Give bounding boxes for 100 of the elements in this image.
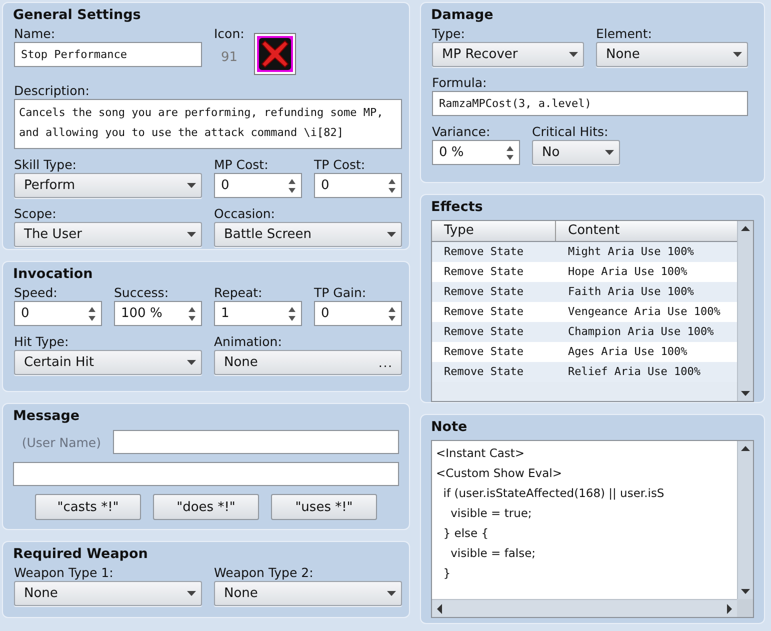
dropdown[interactable]: None bbox=[596, 42, 748, 67]
code-line: <Custom Show Eval> bbox=[436, 465, 562, 482]
table-cell-text: Remove State bbox=[443, 324, 524, 340]
dropdown[interactable]: Battle Screen bbox=[214, 222, 402, 247]
field-label: Scope: bbox=[14, 205, 58, 222]
caret-icon bbox=[187, 232, 196, 237]
horizontal-scrollbar[interactable] bbox=[432, 599, 737, 617]
table-cell-text: Remove State bbox=[443, 364, 524, 380]
field-label: Skill Type: bbox=[14, 156, 78, 173]
field-label: Repeat: bbox=[214, 284, 264, 301]
section-title: Effects bbox=[431, 198, 484, 217]
field-label: TP Cost: bbox=[314, 156, 366, 173]
number-field[interactable]: 0 % bbox=[432, 140, 520, 165]
dropdown[interactable]: Certain Hit bbox=[14, 350, 202, 375]
dropdown[interactable]: The User bbox=[14, 222, 202, 247]
text-field[interactable]: Stop Performance bbox=[14, 42, 202, 67]
section-title: Message bbox=[13, 407, 81, 426]
code-line: visible = false; bbox=[450, 545, 536, 562]
field-label: Name: bbox=[14, 25, 56, 42]
message-button[interactable]: "casts *!" bbox=[35, 494, 141, 520]
number-field[interactable]: 0 bbox=[214, 173, 302, 198]
text-field[interactable]: RamzaMPCost(3, a.level) bbox=[432, 91, 748, 116]
table-cell-text: Hope Aria Use 100% bbox=[567, 264, 688, 280]
effects-table[interactable] bbox=[431, 220, 754, 402]
scrollbar-corner bbox=[737, 599, 753, 617]
field-label: Type: bbox=[432, 25, 466, 42]
note-editor[interactable]: <Instant Cast> <Custom Show Eval> if (user.isStateAffected(168) || user.isS visible = true; } else { visible = false; } bbox=[431, 440, 754, 618]
field-label: Critical Hits: bbox=[532, 123, 610, 140]
column-header[interactable]: Type bbox=[432, 221, 556, 241]
caret-icon bbox=[605, 150, 614, 155]
section-title: General Settings bbox=[13, 6, 142, 25]
table-cell-text: Champion Aria Use 100% bbox=[567, 324, 714, 340]
dropdown[interactable]: Perform bbox=[14, 173, 202, 198]
field-label: TP Gain: bbox=[314, 284, 368, 301]
message-field[interactable] bbox=[13, 462, 399, 486]
table-cell-text: Vengeance Aria Use 100% bbox=[567, 304, 720, 320]
caret-icon bbox=[187, 183, 196, 188]
message-field[interactable] bbox=[113, 430, 399, 454]
table-cell-text: Remove State bbox=[443, 264, 524, 280]
field-label: Variance: bbox=[432, 123, 492, 140]
caret-icon bbox=[187, 360, 196, 365]
code-line: } bbox=[442, 565, 451, 582]
icon-index: 91 bbox=[221, 50, 238, 65]
number-field[interactable]: 100 % bbox=[114, 301, 202, 326]
caret-icon bbox=[187, 591, 196, 596]
dropdown[interactable]: None bbox=[14, 581, 202, 606]
table-cell-text: Remove State bbox=[443, 344, 524, 360]
cross-icon bbox=[256, 36, 293, 72]
field-label: Animation: bbox=[214, 333, 283, 350]
spinner-icon bbox=[88, 306, 96, 322]
number-field[interactable]: 0 bbox=[314, 301, 402, 326]
caret-icon bbox=[387, 232, 396, 237]
section-title: Required Weapon bbox=[13, 545, 149, 564]
spinner-icon bbox=[506, 144, 514, 160]
field-label: Weapon Type 2: bbox=[214, 564, 314, 581]
section-title: Damage bbox=[431, 6, 494, 25]
message-button[interactable]: "uses *!" bbox=[271, 494, 377, 520]
spinner-icon bbox=[388, 306, 396, 322]
text-area[interactable]: Cancels the song you are performing, refunding some MP, and allowing you to use the attack command \i[82] bbox=[14, 99, 402, 149]
number-field[interactable]: 1 bbox=[214, 301, 302, 326]
code-line: <Instant Cast> bbox=[436, 445, 525, 462]
section-title: Note bbox=[431, 418, 468, 437]
spinner-icon bbox=[188, 306, 196, 322]
field-label: Description: bbox=[14, 82, 90, 99]
spinner-icon bbox=[288, 306, 296, 322]
field-label: Weapon Type 1: bbox=[14, 564, 114, 581]
message-button[interactable]: "does *!" bbox=[153, 494, 259, 520]
table-cell-text: Remove State bbox=[443, 244, 524, 260]
table-cell-text: Faith Aria Use 100% bbox=[567, 284, 694, 300]
section-title: Invocation bbox=[13, 265, 94, 284]
field-label: Formula: bbox=[432, 74, 488, 91]
spinner-icon bbox=[388, 178, 396, 194]
field-label: Element: bbox=[596, 25, 653, 42]
user-name-label: (User Name) bbox=[20, 434, 101, 450]
caret-icon bbox=[569, 52, 578, 57]
code-line: if (user.isStateAffected(168) || user.isS bbox=[442, 485, 664, 502]
field-label: Icon: bbox=[214, 25, 246, 42]
number-field[interactable]: 0 bbox=[14, 301, 102, 326]
dropdown[interactable]: No bbox=[532, 140, 620, 165]
vertical-scrollbar[interactable] bbox=[737, 441, 753, 599]
field-label: Hit Type: bbox=[14, 333, 70, 350]
table-cell-text: Relief Aria Use 100% bbox=[567, 364, 700, 380]
caret-icon bbox=[733, 52, 742, 57]
number-field[interactable]: 0 bbox=[314, 173, 402, 198]
table-cell-text: Might Aria Use 100% bbox=[567, 244, 694, 260]
field-label: Success: bbox=[114, 284, 170, 301]
dropdown[interactable]: None bbox=[214, 581, 402, 606]
table-cell-text: Ages Aria Use 100% bbox=[567, 344, 688, 360]
dropdown[interactable]: MP Recover bbox=[432, 42, 584, 67]
code-line: visible = true; bbox=[450, 505, 532, 522]
icon-picker[interactable] bbox=[254, 33, 296, 75]
field-label: Speed: bbox=[14, 284, 58, 301]
code-line: } else { bbox=[442, 525, 489, 542]
column-header[interactable]: Content bbox=[556, 221, 620, 241]
picker-field[interactable]: None ... bbox=[214, 350, 402, 375]
field-label: MP Cost: bbox=[214, 156, 270, 173]
table-cell-text: Remove State bbox=[443, 284, 524, 300]
table-cell-text: Remove State bbox=[443, 304, 524, 320]
vertical-scrollbar[interactable] bbox=[737, 221, 753, 401]
spinner-icon bbox=[288, 178, 296, 194]
